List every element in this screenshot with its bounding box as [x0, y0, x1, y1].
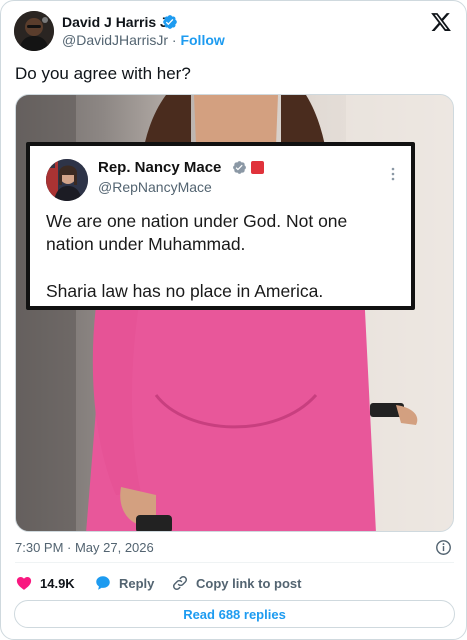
embedded-author-handle: @RepNancyMace — [98, 179, 212, 195]
embedded-author-avatar — [46, 159, 88, 201]
embedded-post-screenshot: Rep. Nancy Mace @RepNancyMace We are one… — [26, 142, 415, 310]
x-logo-icon[interactable] — [430, 11, 452, 33]
copy-link-button[interactable]: Copy link to post — [171, 574, 301, 592]
author-handle-row: @DavidJHarrisJr · Follow — [62, 32, 225, 48]
read-replies-button[interactable]: Read 688 replies — [14, 600, 455, 628]
link-icon — [172, 575, 188, 591]
affiliation-badge-icon — [251, 161, 264, 174]
follow-button[interactable]: Follow — [180, 32, 224, 48]
embedded-author-name: Rep. Nancy Mace — [98, 159, 222, 176]
author-name[interactable]: David J Harris Jr — [62, 14, 173, 30]
embedded-post-line: nation under Muhammad. — [46, 234, 246, 254]
like-button[interactable]: 14.9K — [15, 574, 75, 592]
tweet-text: Do you agree with her? — [15, 64, 191, 83]
embedded-post-line: We are one nation under God. Not one — [46, 211, 348, 231]
author-handle[interactable]: @DavidJHarrisJr — [62, 32, 168, 48]
speech-bubble-icon — [96, 576, 110, 590]
divider — [15, 562, 454, 563]
like-count: 14.9K — [40, 575, 75, 591]
info-icon[interactable] — [435, 539, 452, 556]
reply-label: Reply — [119, 575, 155, 591]
author-avatar[interactable] — [14, 11, 54, 51]
embedded-tweet-card: David J Harris Jr @DavidJHarrisJr · Foll… — [0, 0, 467, 640]
heart-icon — [16, 577, 32, 590]
post-timestamp[interactable]: 7:30 PM · May 27, 2026 — [15, 540, 154, 555]
verified-badge-icon — [233, 161, 246, 174]
reply-button[interactable]: Reply — [94, 574, 154, 592]
more-vertical-icon — [391, 167, 395, 181]
embedded-post-line: Sharia law has no place in America. — [46, 281, 324, 301]
verified-badge-icon — [163, 15, 177, 29]
copy-link-label: Copy link to post — [196, 575, 302, 591]
handle-separator: · — [171, 32, 177, 48]
